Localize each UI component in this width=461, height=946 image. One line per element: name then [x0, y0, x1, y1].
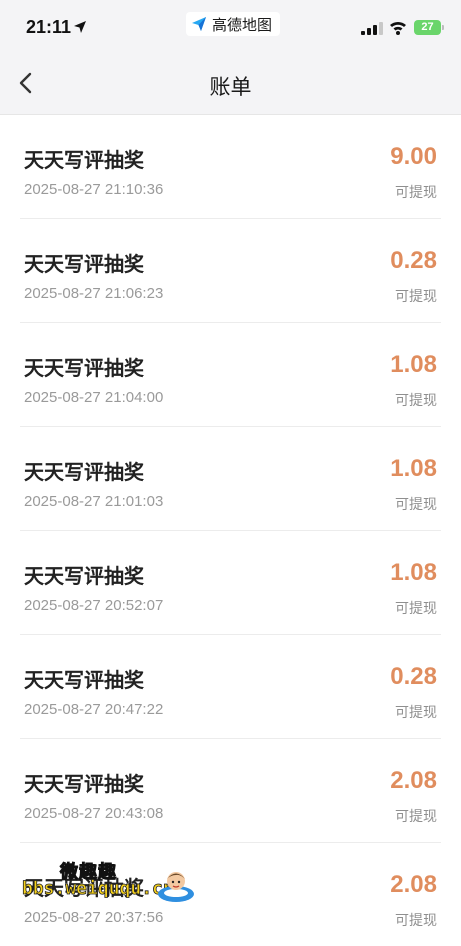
- bill-status: 可提现: [395, 912, 437, 928]
- bill-status: 可提现: [395, 184, 437, 200]
- bill-status: 可提现: [395, 496, 437, 512]
- bill-list: 天天写评抽奖 2025-08-27 21:10:36 9.00 可提现 天天写评…: [0, 115, 461, 946]
- bill-row[interactable]: 天天写评抽奖 2025-08-27 20:43:08 2.08 可提现: [20, 739, 441, 843]
- cellular-signal-icon: [361, 22, 383, 35]
- bill-amount: 2.08: [390, 871, 437, 898]
- app-name: 高德地图: [212, 16, 273, 34]
- bill-title: 天天写评抽奖: [24, 670, 144, 692]
- bill-row[interactable]: 天天写评抽奖 2025-08-27 20:52:07 1.08 可提现: [20, 531, 441, 635]
- bill-amount: 1.08: [390, 455, 437, 482]
- bill-row[interactable]: 天天写评抽奖 2025-08-27 21:06:23 0.28 可提现: [20, 219, 441, 323]
- bill-amount: 0.28: [390, 247, 437, 274]
- bill-status: 可提现: [395, 392, 437, 408]
- bill-title: 天天写评抽奖: [24, 774, 144, 796]
- bill-time: 2025-08-27 20:43:08: [24, 805, 164, 822]
- bill-row[interactable]: 天天写评抽奖 2025-08-27 21:04:00 1.08 可提现: [20, 323, 441, 427]
- bill-time: 2025-08-27 20:52:07: [24, 597, 164, 614]
- page-title: 账单: [209, 76, 252, 99]
- wifi-icon: [390, 21, 406, 35]
- bill-status: 可提现: [395, 808, 437, 824]
- bill-time: 2025-08-27 21:10:36: [24, 181, 164, 198]
- bill-amount: 9.00: [390, 143, 437, 170]
- bill-title: 天天写评抽奖: [24, 150, 144, 172]
- bill-amount: 1.08: [390, 559, 437, 586]
- bill-title: 天天写评抽奖: [24, 358, 144, 380]
- bill-time: 2025-08-27 21:04:00: [24, 389, 164, 406]
- bill-row[interactable]: 天天写评抽奖 2025-08-27 20:37:56 2.08 可提现: [20, 843, 441, 946]
- app-return-badge[interactable]: 高德地图: [186, 12, 281, 36]
- battery-icon: 27: [414, 20, 444, 35]
- bill-amount: 0.28: [390, 663, 437, 690]
- status-time: 21:11: [26, 17, 72, 37]
- bill-amount: 1.08: [390, 351, 437, 378]
- location-arrow-icon: [74, 21, 86, 33]
- amap-logo-icon: [192, 17, 206, 31]
- bill-time: 2025-08-27 20:37:56: [24, 909, 164, 926]
- bill-row[interactable]: 天天写评抽奖 2025-08-27 21:01:03 1.08 可提现: [20, 427, 441, 531]
- bill-row[interactable]: 天天写评抽奖 2025-08-27 20:47:22 0.28 可提现: [20, 635, 441, 739]
- bill-title: 天天写评抽奖: [24, 254, 144, 276]
- bill-row[interactable]: 天天写评抽奖 2025-08-27 21:10:36 9.00 可提现: [20, 115, 441, 219]
- bill-time: 2025-08-27 21:01:03: [24, 493, 164, 510]
- nav-bar: 账单: [0, 54, 461, 115]
- bill-status: 可提现: [395, 704, 437, 720]
- status-bar: 21:11 高德地图 27: [0, 0, 461, 54]
- bill-title: 天天写评抽奖: [24, 878, 144, 900]
- bill-amount: 2.08: [390, 767, 437, 794]
- bill-status: 可提现: [395, 288, 437, 304]
- bill-title: 天天写评抽奖: [24, 462, 144, 484]
- bill-title: 天天写评抽奖: [24, 566, 144, 588]
- bill-time: 2025-08-27 21:06:23: [24, 285, 164, 302]
- bill-status: 可提现: [395, 600, 437, 616]
- bill-time: 2025-08-27 20:47:22: [24, 701, 164, 718]
